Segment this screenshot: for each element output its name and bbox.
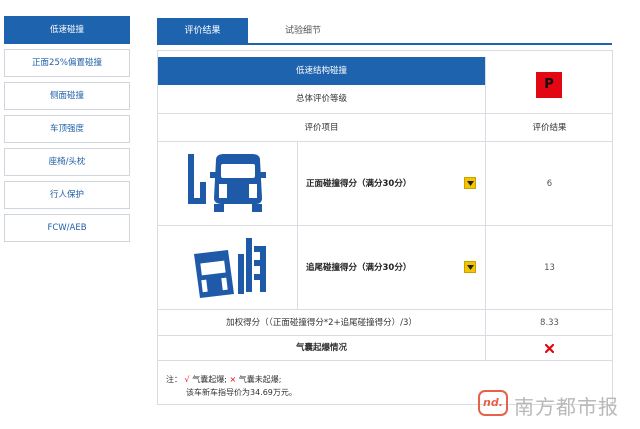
caret-down-icon	[467, 265, 474, 270]
legend-not-deployed: 气囊未起爆;	[238, 375, 282, 384]
price-note: 该车新车指导价为34.69万元。	[186, 388, 297, 397]
table-header: 评价项目 评价结果	[158, 114, 613, 142]
sidebar-item-side-impact[interactable]: 侧面碰撞	[4, 82, 130, 110]
rear-crash-score: 13	[485, 226, 613, 310]
sidebar-item-roof-strength[interactable]: 车顶强度	[4, 115, 130, 143]
nd-logo-icon: nd.	[478, 390, 508, 416]
tab-bar: 评价结果 试验细节	[157, 18, 612, 45]
weighted-score-row: 加权得分（（正面碰撞得分*2+追尾碰撞得分）/3） 8.33	[158, 310, 613, 336]
note-prefix: 注：	[166, 375, 182, 384]
front-crash-label: 正面碰撞得分（满分30分）	[306, 179, 412, 189]
column-header-result: 评价结果	[485, 114, 613, 142]
airbag-label: 气囊起爆情况	[295, 343, 347, 353]
results-panel: 低速结构碰撞 总体评价等级 P 评价项目 评价结果 正面碰撞得分（满分30分） …	[157, 50, 613, 405]
front-crash-expand-button[interactable]	[464, 177, 476, 189]
cross-small-icon: ×	[229, 375, 237, 384]
section-title: 低速结构碰撞	[158, 57, 485, 85]
legend-line: 注： √ 气囊起爆; × 气囊未起爆;	[166, 373, 297, 386]
front-crash-score: 6	[485, 142, 613, 226]
weighted-score-label: 加权得分（（正面碰撞得分*2+追尾碰撞得分）/3）	[226, 318, 417, 328]
caret-down-icon	[467, 181, 474, 186]
table-row: 正面碰撞得分（满分30分） 6	[158, 142, 613, 226]
sidebar-item-low-speed[interactable]: 低速碰撞	[4, 16, 130, 44]
sidebar: 低速碰撞 正面25%偏置碰撞 侧面碰撞 车顶强度 座椅/头枕 行人保护 FCW/…	[4, 16, 130, 247]
front-crash-icon	[188, 154, 266, 212]
weighted-score-value: 8.33	[485, 310, 613, 336]
overall-grade-cell: P	[485, 57, 613, 114]
legend-deployed: 气囊起爆;	[192, 375, 227, 384]
watermark-text: 南方都市报	[514, 395, 619, 419]
column-header-item: 评价项目	[304, 123, 339, 133]
check-icon: √	[184, 375, 190, 384]
tab-test-details[interactable]: 试验细节	[263, 18, 343, 45]
rear-crash-expand-button[interactable]	[464, 261, 476, 273]
rear-crash-label: 追尾碰撞得分（满分30分）	[306, 263, 412, 273]
sidebar-item-front-25-offset[interactable]: 正面25%偏置碰撞	[4, 49, 130, 77]
sidebar-item-seat-headrest[interactable]: 座椅/头枕	[4, 148, 130, 176]
legend-note: 注： √ 气囊起爆; × 气囊未起爆; 该车新车指导价为34.69万元。	[166, 373, 297, 399]
airbag-row: 气囊起爆情况	[158, 336, 613, 361]
cross-icon	[545, 344, 554, 353]
rear-crash-image	[158, 226, 298, 310]
grade-badge: P	[536, 72, 562, 98]
table-row: 追尾碰撞得分（满分30分） 13	[158, 226, 613, 310]
overall-rating-label: 总体评价等级	[158, 85, 485, 114]
watermark: nd. 南方都市报	[478, 388, 638, 420]
sidebar-item-pedestrian[interactable]: 行人保护	[4, 181, 130, 209]
rear-crash-icon	[194, 238, 266, 298]
front-crash-image	[158, 142, 298, 226]
airbag-result	[485, 336, 613, 361]
sidebar-item-fcw-aeb[interactable]: FCW/AEB	[4, 214, 130, 242]
tab-results[interactable]: 评价结果	[157, 18, 248, 45]
